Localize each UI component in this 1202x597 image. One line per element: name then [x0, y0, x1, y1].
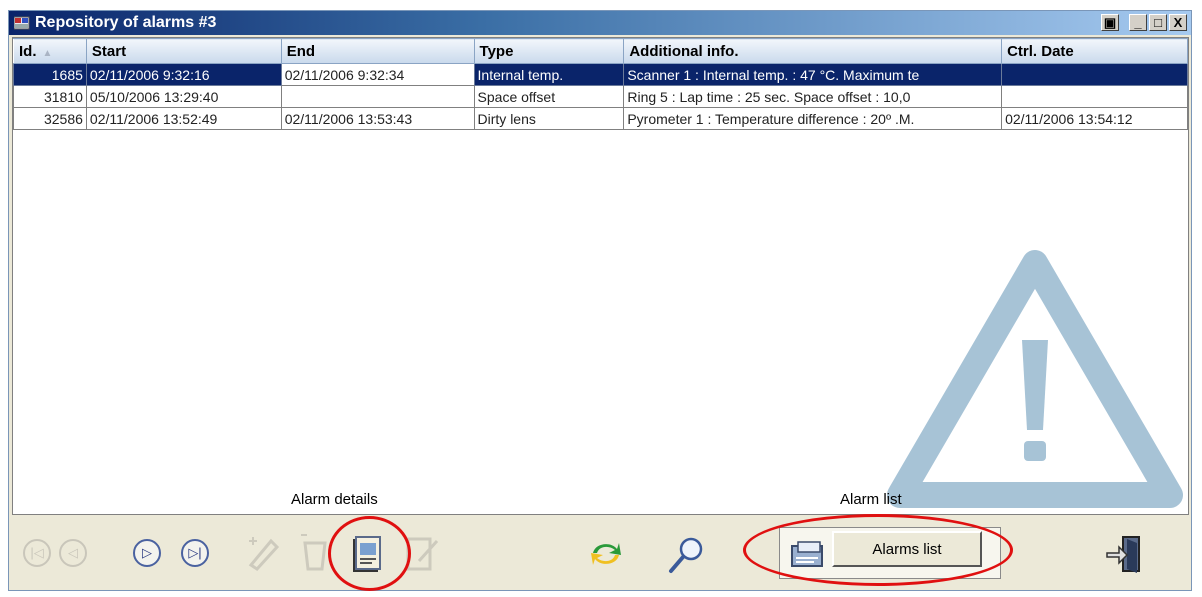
alarm-repository-window: Repository of alarms #3 ▣ _ □ X Id. ▲ Sta… — [8, 10, 1192, 591]
alarms-table: Id. ▲ Start End Type Additional info. Ctr… — [13, 38, 1188, 130]
cell-end — [280, 85, 475, 108]
warning-watermark-icon — [887, 250, 1183, 508]
alarm-list-caption: Alarm list — [840, 491, 902, 508]
alarm-details-highlight — [328, 516, 411, 591]
cell-additional-info: Ring 5 : Lap time : 25 sec. Space offset… — [623, 85, 1003, 108]
table-header-row: Id. ▲ Start End Type Additional info. Ctr… — [13, 38, 1188, 64]
first-icon: |◁ — [30, 545, 44, 560]
cell-ctrl-date: 02/11/2006 13:54:12 — [1001, 107, 1188, 130]
column-header-start[interactable]: Start — [85, 38, 282, 64]
title-bar: Repository of alarms #3 ▣ _ □ X — [9, 11, 1191, 35]
cell-start: 05/10/2006 13:29:40 — [85, 85, 282, 108]
column-header-type[interactable]: Type — [473, 38, 625, 64]
window-title: Repository of alarms #3 — [35, 14, 217, 31]
previous-icon: ◁ — [68, 545, 78, 560]
close-icon: X — [1173, 15, 1183, 30]
cell-id: 32586 — [13, 107, 87, 130]
cell-ctrl-date — [1001, 85, 1188, 108]
first-record-button[interactable]: |◁ — [23, 539, 51, 567]
table-row[interactable]: 32586 02/11/2006 13:52:49 02/11/2006 13:… — [13, 107, 1188, 130]
alarms-grid[interactable]: Id. ▲ Start End Type Additional info. Ctr… — [12, 37, 1189, 515]
close-button[interactable]: X — [1169, 14, 1187, 31]
alarm-details-caption: Alarm details — [291, 491, 378, 508]
minimize-button[interactable]: _ — [1129, 14, 1147, 31]
bottom-toolbar: |◁ ◁ ▷ ▷| Alarms list — [9, 515, 1191, 591]
column-header-id[interactable]: Id. ▲ — [13, 38, 87, 64]
table-row[interactable]: 1685 02/11/2006 9:32:16 02/11/2006 9:32:… — [13, 63, 1188, 86]
sort-ascending-icon: ▲ — [42, 47, 53, 59]
cell-start: 02/11/2006 13:52:49 — [85, 107, 282, 130]
search-icon[interactable] — [667, 535, 707, 575]
column-header-ctrl-date[interactable]: Ctrl. Date — [1001, 38, 1188, 64]
next-record-button[interactable]: ▷ — [133, 539, 161, 567]
table-row[interactable]: 31810 05/10/2006 13:29:40 Space offset R… — [13, 85, 1188, 108]
cell-id: 31810 — [13, 85, 87, 108]
maximize-icon: □ — [1154, 15, 1162, 30]
cell-additional-info: Scanner 1 : Internal temp. : 47 °C. Maxi… — [623, 63, 1003, 86]
cell-ctrl-date — [1001, 63, 1188, 86]
last-record-button[interactable]: ▷| — [181, 539, 209, 567]
cell-end: 02/11/2006 9:32:34 — [280, 63, 475, 86]
column-header-end[interactable]: End — [280, 38, 475, 64]
cell-end: 02/11/2006 13:53:43 — [280, 107, 475, 130]
column-header-additional-info[interactable]: Additional info. — [623, 38, 1003, 64]
cell-type: Internal temp. — [473, 63, 625, 86]
restore-window-button[interactable]: ▣ — [1101, 14, 1119, 31]
refresh-icon[interactable] — [589, 539, 623, 569]
maximize-button[interactable]: □ — [1149, 14, 1167, 31]
previous-record-button[interactable]: ◁ — [59, 539, 87, 567]
cell-start: 02/11/2006 9:32:16 — [85, 63, 282, 86]
cell-type: Space offset — [473, 85, 625, 108]
next-icon: ▷ — [142, 545, 152, 560]
alarm-list-highlight — [743, 514, 1013, 586]
cell-id: 1685 — [13, 63, 87, 86]
minimize-icon: _ — [1134, 15, 1142, 30]
add-icon[interactable] — [247, 531, 281, 571]
cell-type: Dirty lens — [473, 107, 625, 130]
delete-icon[interactable] — [299, 531, 331, 571]
restore-icon: ▣ — [1103, 15, 1117, 30]
last-icon: ▷| — [188, 545, 202, 560]
exit-icon[interactable] — [1105, 533, 1145, 577]
cell-additional-info: Pyrometer 1 : Temperature difference : 2… — [623, 107, 1003, 130]
repository-window-icon — [14, 16, 30, 30]
